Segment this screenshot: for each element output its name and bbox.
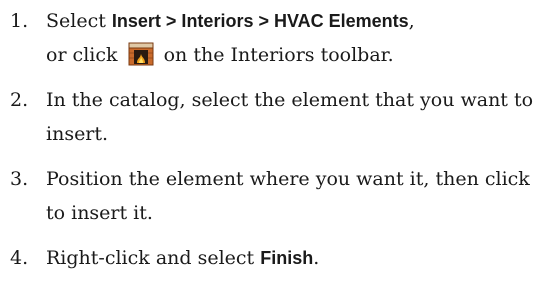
step-4: 4. Right-click and select Finish. (10, 241, 535, 275)
step-punctuation: , (408, 10, 415, 32)
step-text: Right-click and select (46, 247, 261, 269)
step-text: Select (46, 10, 112, 32)
menu-path: Insert > Interiors > HVAC Elements (111, 11, 409, 31)
procedure-steps: 1. Select Insert > Interiors > HVAC Elem… (10, 4, 535, 286)
step-text: on the Interiors toolbar. (163, 44, 394, 66)
step-text: or click (46, 44, 118, 66)
step-3: 3. Position the element where you want i… (10, 162, 535, 230)
step-number: 4. (10, 247, 29, 269)
finish-command: Finish (260, 248, 314, 268)
step-punctuation: . (313, 247, 320, 269)
step-number: 1. (10, 10, 29, 32)
step-text: In the catalog, select the element that … (46, 89, 534, 145)
step-number: 3. (10, 168, 29, 190)
step-2: 2. In the catalog, select the element th… (10, 83, 535, 151)
step-text: Position the element where you want it, … (46, 168, 530, 224)
step-1: 1. Select Insert > Interiors > HVAC Elem… (10, 4, 535, 72)
fireplace-icon (128, 42, 154, 66)
step-number: 2. (10, 89, 29, 111)
